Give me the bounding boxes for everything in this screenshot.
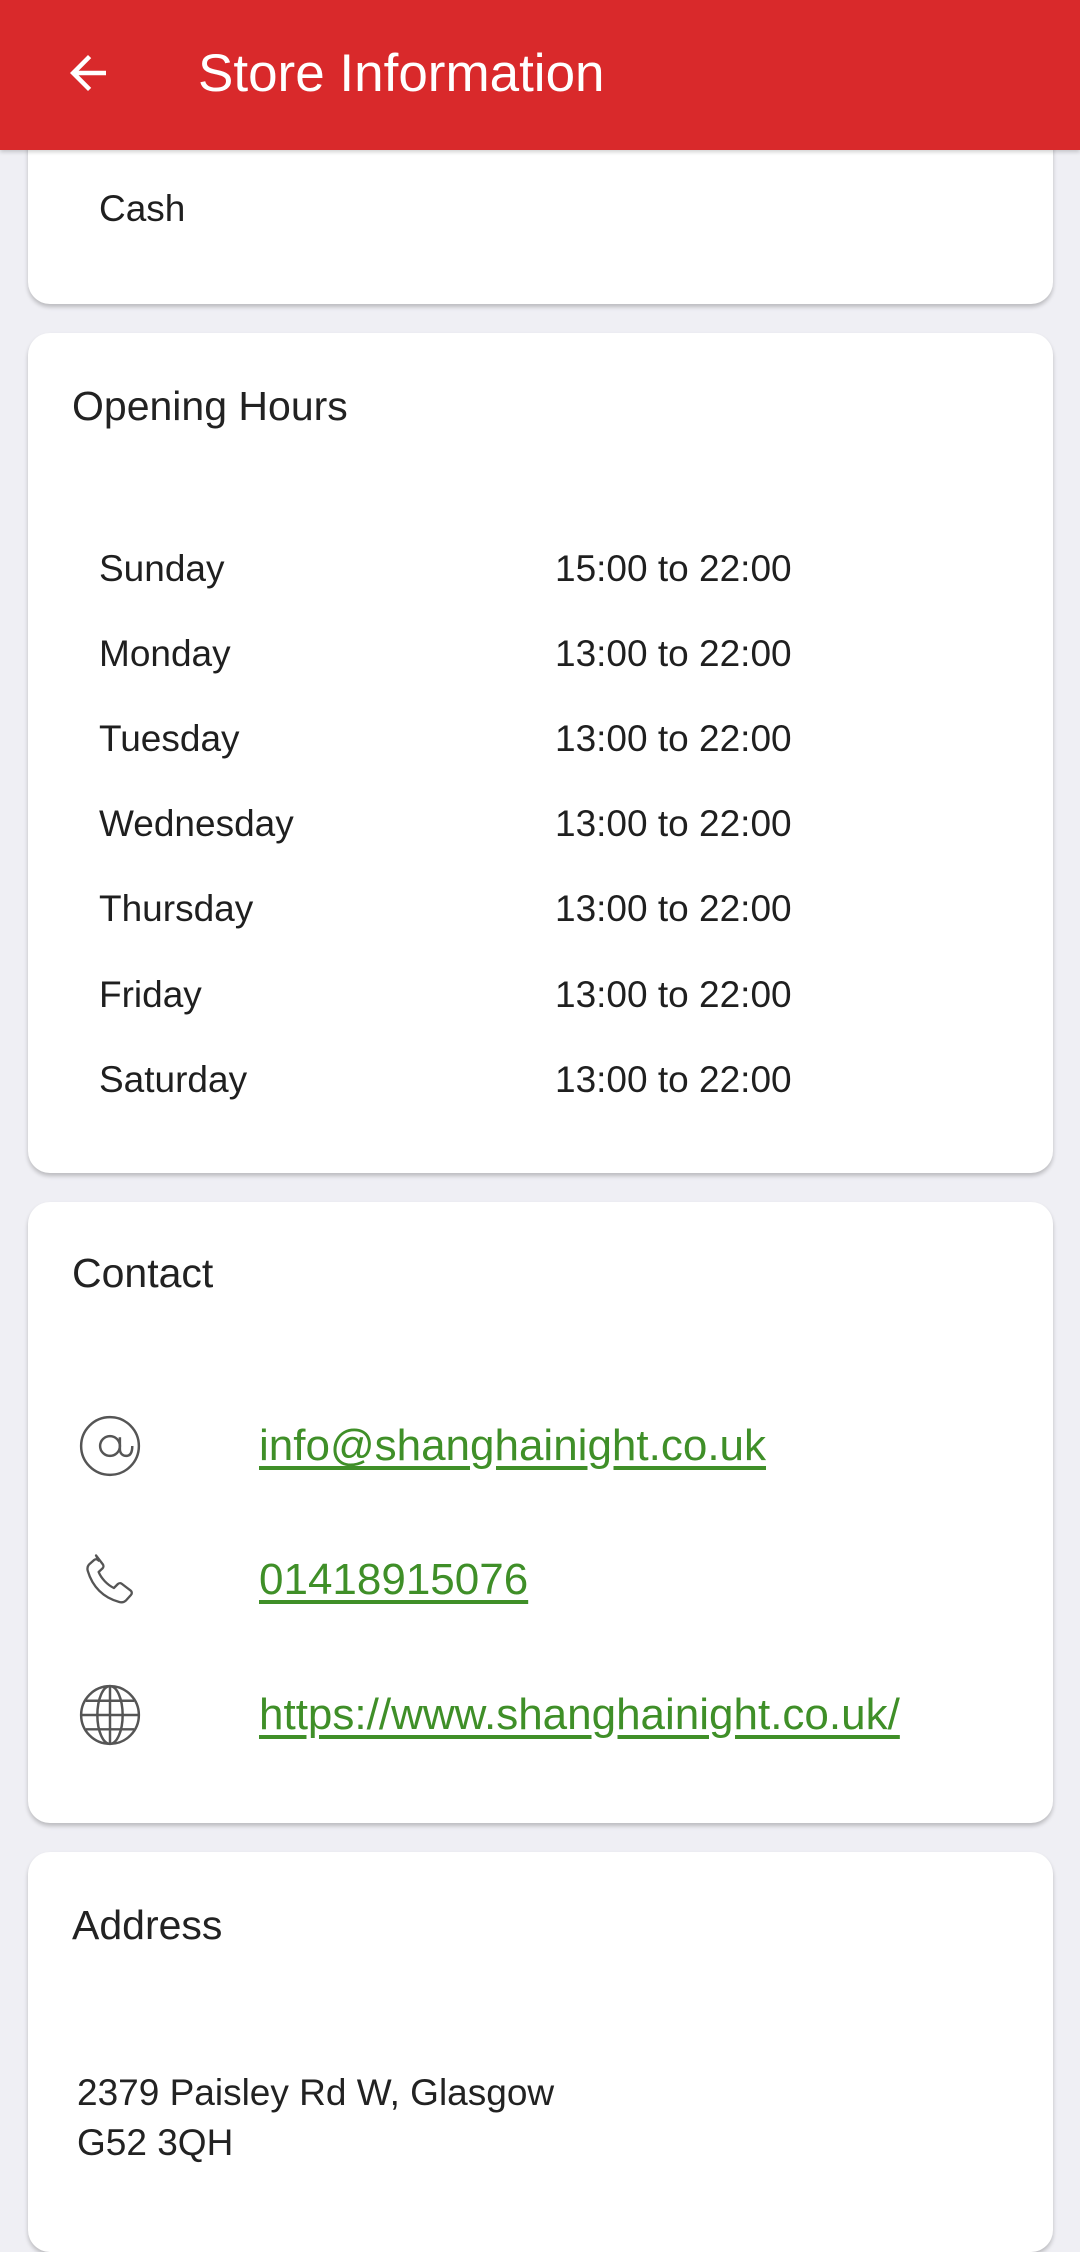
payment-method-cash: Cash xyxy=(99,188,186,229)
page-title: Store Information xyxy=(198,44,605,103)
at-sign-icon xyxy=(72,1408,148,1484)
phone-icon xyxy=(72,1542,148,1618)
hours-value: 13:00 to 22:00 xyxy=(555,1059,792,1100)
arrow-left-icon xyxy=(61,46,115,105)
day-label: Sunday xyxy=(99,548,225,589)
opening-hours-card: Opening Hours Sunday 15:00 to 22:00 Mond… xyxy=(28,333,1053,1173)
hours-value: 13:00 to 22:00 xyxy=(555,888,792,929)
contact-phone-row[interactable]: 01418915076 xyxy=(72,1530,1032,1630)
day-label: Thursday xyxy=(99,888,254,929)
app-bar: Store Information xyxy=(0,0,1080,150)
hours-row-tuesday: Tuesday 13:00 to 22:00 xyxy=(99,709,999,769)
hours-value: 13:00 to 22:00 xyxy=(555,803,792,844)
address-card: Address 2379 Paisley Rd W, Glasgow G52 3… xyxy=(28,1852,1053,2252)
hours-row-saturday: Saturday 13:00 to 22:00 xyxy=(99,1050,999,1110)
contact-card: Contact info@shanghainight.co.uk 0141891… xyxy=(28,1202,1053,1823)
address-line-1: 2379 Paisley Rd W, Glasgow xyxy=(77,2072,555,2113)
hours-value: 13:00 to 22:00 xyxy=(555,633,792,674)
day-label: Monday xyxy=(99,633,231,674)
contact-title: Contact xyxy=(72,1250,214,1296)
email-link[interactable]: info@shanghainight.co.uk xyxy=(259,1396,766,1496)
hours-value: 13:00 to 22:00 xyxy=(555,718,792,759)
phone-link[interactable]: 01418915076 xyxy=(259,1530,528,1630)
hours-row-thursday: Thursday 13:00 to 22:00 xyxy=(99,879,999,939)
day-label: Saturday xyxy=(99,1059,248,1100)
opening-hours-title: Opening Hours xyxy=(72,383,348,429)
address-title: Address xyxy=(72,1902,223,1948)
address-line-2: G52 3QH xyxy=(77,2122,234,2163)
hours-row-wednesday: Wednesday 13:00 to 22:00 xyxy=(99,794,999,854)
hours-row-friday: Friday 13:00 to 22:00 xyxy=(99,965,999,1025)
day-label: Tuesday xyxy=(99,718,240,759)
hours-row-monday: Monday 13:00 to 22:00 xyxy=(99,624,999,684)
globe-icon xyxy=(72,1677,148,1753)
back-button[interactable] xyxy=(40,30,136,120)
hours-row-sunday: Sunday 15:00 to 22:00 xyxy=(99,539,999,599)
hours-value: 13:00 to 22:00 xyxy=(555,974,792,1015)
hours-value: 15:00 to 22:00 xyxy=(555,548,792,589)
day-label: Friday xyxy=(99,974,202,1015)
contact-email-row[interactable]: info@shanghainight.co.uk xyxy=(72,1396,1032,1496)
contact-website-row[interactable]: https://www.shanghainight.co.uk/ xyxy=(72,1665,1032,1765)
website-link[interactable]: https://www.shanghainight.co.uk/ xyxy=(259,1665,900,1765)
day-label: Wednesday xyxy=(99,803,294,844)
